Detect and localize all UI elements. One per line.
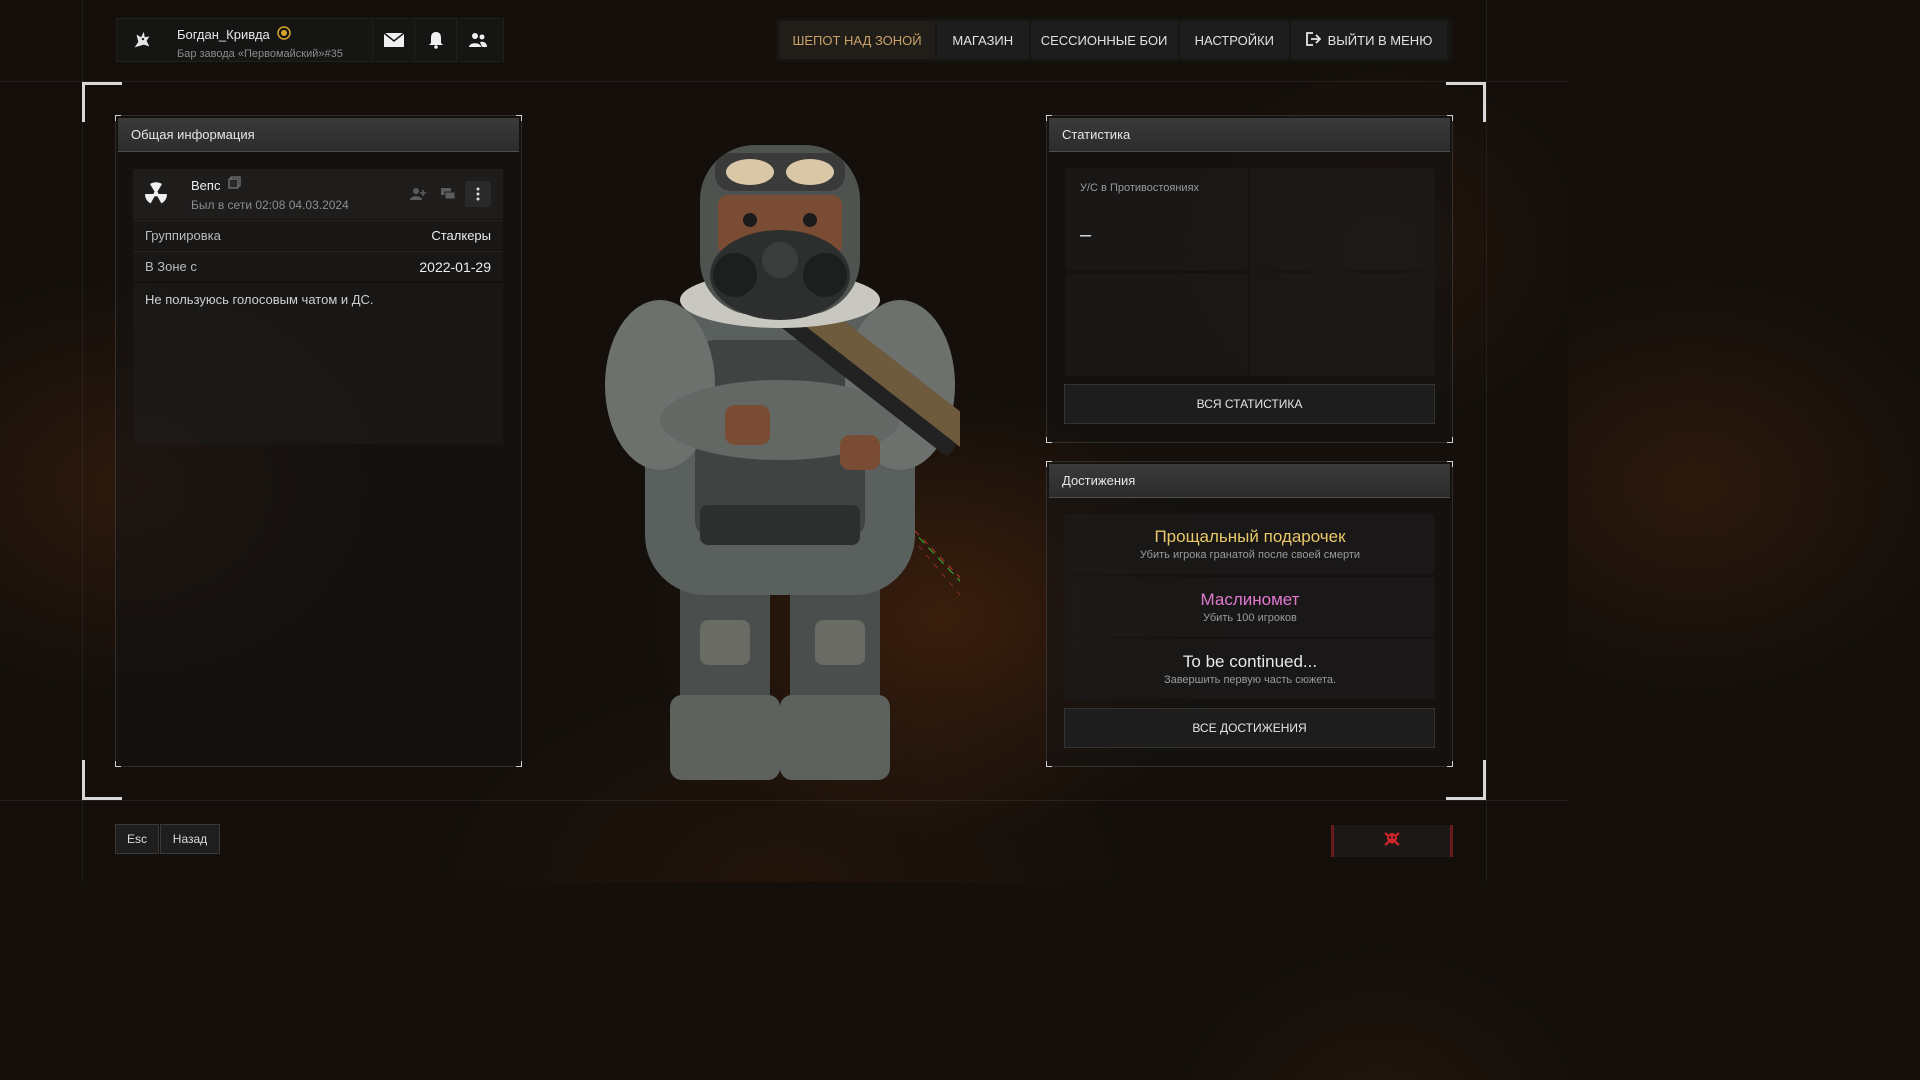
- panel-corner: [1046, 437, 1052, 443]
- user-name: Вепс: [191, 177, 221, 193]
- faction-row: Группировка Сталкеры: [133, 220, 503, 250]
- message-button[interactable]: [435, 181, 461, 207]
- zone-since-value: 2022-01-29: [419, 258, 491, 275]
- zone-since-row: В Зоне с 2022-01-29: [133, 251, 503, 281]
- back-label: Назад: [172, 832, 208, 846]
- faction-label: Группировка: [145, 228, 221, 243]
- button-label: ВСЕ ДОСТИЖЕНИЯ: [1192, 721, 1307, 735]
- skull-crossbones-icon: [1383, 831, 1401, 852]
- stat-cell-empty: [1250, 168, 1435, 271]
- panel-corner: [1447, 761, 1453, 767]
- back-button[interactable]: Назад: [160, 824, 220, 854]
- add-friend-button[interactable]: [405, 181, 431, 207]
- frame-line: [0, 81, 1568, 82]
- nav-whisper-over-zone[interactable]: ШЕПОТ НАД ЗОНОЙ: [779, 21, 936, 59]
- panel-corner: [1447, 115, 1453, 121]
- frame-line: [0, 800, 1568, 801]
- stat-cell-empty: [1065, 273, 1248, 376]
- esc-key-hint[interactable]: Esc: [115, 824, 159, 854]
- panel-corner: [1447, 437, 1453, 443]
- panel-title: Достижения: [1049, 464, 1450, 498]
- nav-label: СЕССИОННЫЕ БОИ: [1040, 32, 1168, 48]
- panel-corner: [115, 115, 121, 121]
- achievement-title: To be continued...: [1182, 652, 1318, 671]
- frame-line: [1486, 0, 1487, 882]
- stat-value: –: [1080, 224, 1092, 246]
- bell-icon[interactable]: [415, 19, 457, 61]
- achievement-title: Маслиномет: [1200, 590, 1300, 609]
- radiation-icon: [133, 182, 179, 206]
- panel-corner: [1046, 461, 1052, 467]
- stat-label: У/С в Противостояниях: [1080, 182, 1200, 194]
- last-seen: Был в сети 02:08 04.03.2024: [191, 198, 349, 212]
- achievement-item[interactable]: Маслиномет Убить 100 игроков: [1065, 577, 1435, 637]
- panel-corner: [516, 761, 522, 767]
- report-player-button[interactable]: [1331, 825, 1453, 857]
- nav-settings[interactable]: НАСТРОЙКИ: [1179, 21, 1289, 59]
- username: Богдан_Кривда: [177, 27, 270, 42]
- esc-label: Esc: [126, 832, 147, 846]
- badge-icon: [276, 25, 292, 44]
- stat-cell-kd: У/С в Противостояниях –: [1065, 168, 1248, 271]
- achievement-desc: Убить 100 игроков: [1203, 612, 1297, 624]
- achievement-item[interactable]: To be continued... Завершить первую част…: [1065, 639, 1435, 699]
- top-navigation: ШЕПОТ НАД ЗОНОЙ МАГАЗИН СЕССИОННЫЕ БОИ Н…: [776, 18, 1452, 62]
- button-label: ВСЯ СТАТИСТИКА: [1196, 397, 1303, 411]
- copy-icon[interactable]: [228, 176, 241, 194]
- panel-corner: [1046, 761, 1052, 767]
- nav-label: НАСТРОЙКИ: [1194, 32, 1274, 48]
- zone-since-label: В Зоне с: [145, 259, 197, 274]
- all-achievements-button[interactable]: ВСЕ ДОСТИЖЕНИЯ: [1064, 708, 1435, 748]
- achievement-desc: Убить игрока гранатой после своей смерти: [1139, 549, 1361, 561]
- panel-title: Общая информация: [118, 118, 519, 152]
- nav-exit-to-menu[interactable]: ВЫЙТИ В МЕНЮ: [1290, 21, 1447, 59]
- player-profile-box: Богдан_Кривда Бар завода «Первомайский»#…: [116, 18, 504, 62]
- panel-corner: [115, 761, 121, 767]
- all-statistics-button[interactable]: ВСЯ СТАТИСТИКА: [1064, 384, 1435, 424]
- achievement-title: Прощальный подарочек: [1154, 527, 1346, 546]
- player-location: Бар завода «Первомайский»#35: [177, 48, 343, 60]
- stat-cell-empty: [1250, 273, 1435, 376]
- friends-icon[interactable]: [457, 19, 499, 61]
- more-options-button[interactable]: [465, 181, 491, 207]
- frame-line: [82, 0, 83, 882]
- panel-corner: [516, 115, 522, 121]
- exit-icon: [1305, 31, 1321, 49]
- nav-session-battles[interactable]: СЕССИОННЫЕ БОИ: [1030, 21, 1178, 59]
- profile-info: Богдан_Кривда Бар завода «Первомайский»#…: [167, 19, 373, 61]
- nav-label: МАГАЗИН: [952, 32, 1014, 48]
- wolf-logo-icon[interactable]: [117, 19, 167, 61]
- panel-corner: [1447, 461, 1453, 467]
- nav-shop[interactable]: МАГАЗИН: [937, 21, 1029, 59]
- user-card: Вепс Был в сети 02:08 04.03.2024: [133, 169, 503, 219]
- nav-label: ВЫЙТИ В МЕНЮ: [1327, 32, 1433, 48]
- panel-corner: [1046, 115, 1052, 121]
- achievement-item[interactable]: Прощальный подарочек Убить игрока гранат…: [1065, 514, 1435, 574]
- about-text: Не пользуюсь голосовым чатом и ДС.: [133, 283, 503, 444]
- panel-title: Статистика: [1049, 118, 1450, 152]
- nav-label: ШЕПОТ НАД ЗОНОЙ: [792, 32, 922, 48]
- character-model: [600, 135, 1161, 786]
- mail-icon[interactable]: [373, 19, 415, 61]
- faction-value: Сталкеры: [431, 228, 491, 243]
- achievement-desc: Завершить первую часть сюжета.: [1163, 674, 1337, 686]
